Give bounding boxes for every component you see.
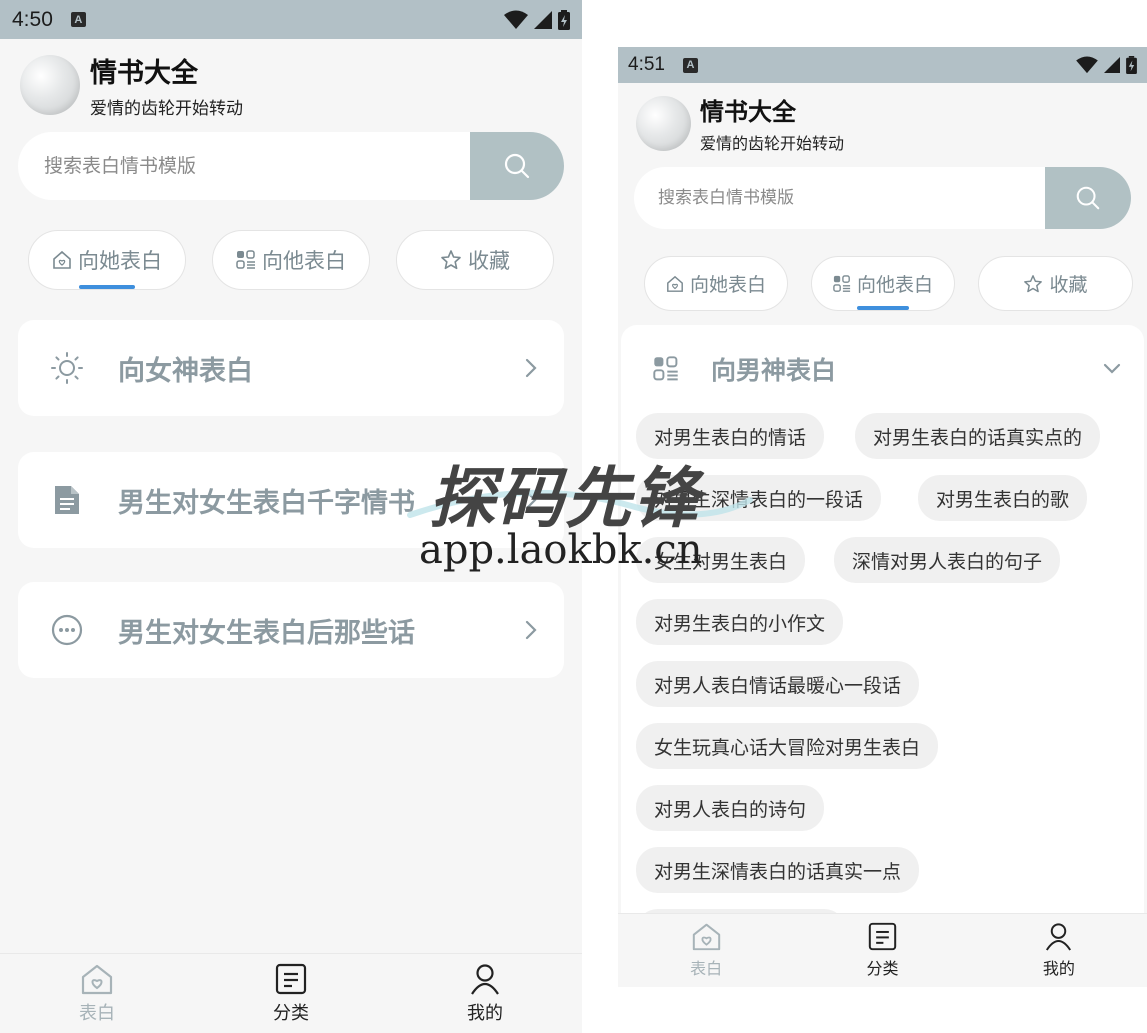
- tab-label: 收藏: [468, 249, 510, 273]
- chip-item[interactable]: 对男生表白的情话: [636, 413, 825, 459]
- list-icon: [275, 963, 307, 994]
- tab-favorites[interactable]: 收藏: [396, 230, 554, 290]
- wifi-icon: [504, 10, 528, 29]
- app-subtitle: 爱情的齿轮开始转动: [90, 99, 243, 119]
- grid-icon: [833, 274, 851, 292]
- nav-item-mine[interactable]: 我的: [971, 914, 1147, 987]
- nav-label: 表白: [79, 1002, 115, 1024]
- chip-item[interactable]: 对男生表白的歌: [918, 475, 1088, 521]
- search-bar: [634, 167, 1131, 229]
- tab-active-indicator: [857, 306, 909, 310]
- home-heart-icon: [81, 964, 113, 994]
- signal-icon: [534, 10, 552, 29]
- star-icon: [1024, 274, 1043, 292]
- tab-favorites[interactable]: 收藏: [978, 256, 1133, 311]
- home-heart-icon: [667, 275, 683, 292]
- document-icon: [55, 486, 79, 514]
- nav-item-category[interactable]: 分类: [794, 914, 970, 987]
- grid-icon: [236, 250, 255, 269]
- category-god-header[interactable]: 向男神表白: [621, 325, 1144, 413]
- bottom-navigation: 表白 分类 我的: [618, 913, 1147, 987]
- nav-item-category[interactable]: 分类: [194, 954, 388, 1033]
- tab-label: 收藏: [1049, 274, 1088, 296]
- grid-icon: [653, 356, 678, 381]
- nav-label: 表白: [690, 959, 723, 978]
- chip-item[interactable]: 对男生表白的小作文: [636, 599, 844, 645]
- nav-item-confess[interactable]: 表白: [618, 914, 794, 987]
- tab-label: 向她表白: [78, 249, 162, 273]
- tab-label: 向他表白: [856, 274, 933, 296]
- tab-label: 向他表白: [262, 249, 346, 273]
- nav-label: 我的: [1042, 959, 1075, 978]
- nav-item-mine[interactable]: 我的: [388, 954, 582, 1033]
- star-icon: [441, 250, 461, 270]
- expanded-category-panel: 向男神表白 对男生表白的情话 对男生表白的话真实点的 对男生深情表白的一段话 对…: [621, 325, 1144, 925]
- category-label: 向女神表白: [118, 355, 253, 387]
- app-title: 情书大全: [90, 58, 198, 89]
- tab-to-him[interactable]: 向他表白: [811, 256, 955, 311]
- chip-item[interactable]: 深情对男人表白的句子: [834, 537, 1061, 583]
- chevron-right-icon: [525, 620, 537, 640]
- search-bar: [18, 132, 564, 200]
- app-header: 情书大全 爱情的齿轮开始转动: [636, 92, 844, 154]
- tab-to-him[interactable]: 向他表白: [212, 230, 370, 290]
- chip-item[interactable]: 对男生表白的话真实点的: [855, 413, 1101, 459]
- chip-item[interactable]: 对男人表白的诗句: [636, 785, 825, 831]
- search-input[interactable]: [18, 132, 470, 200]
- user-icon: [471, 963, 499, 995]
- category-label: 男生对女生表白后那些话: [118, 617, 415, 649]
- notification-badge: A: [682, 57, 698, 73]
- chat-dots-icon: [51, 614, 83, 646]
- status-bar: 4:50 A: [0, 0, 582, 39]
- status-time: 4:51: [628, 54, 665, 75]
- chevron-right-icon: [525, 490, 537, 510]
- notification-badge: A: [70, 12, 86, 27]
- search-icon: [504, 153, 530, 179]
- app-title: 情书大全: [700, 98, 796, 126]
- battery-icon: [1126, 56, 1137, 74]
- tab-to-her[interactable]: 向她表白: [644, 256, 788, 311]
- battery-icon: [558, 9, 570, 30]
- user-icon: [1046, 923, 1072, 951]
- category-label: 向男神表白: [711, 356, 837, 385]
- app-avatar: [20, 55, 80, 115]
- chip-item[interactable]: 对男生深情表白的一段话: [636, 475, 882, 521]
- chip-item[interactable]: 女生玩真心话大冒险对男生表白: [636, 723, 939, 769]
- app-subtitle: 爱情的齿轮开始转动: [700, 134, 845, 153]
- bottom-navigation: 表白 分类 我的: [0, 953, 582, 1033]
- tab-label: 向她表白: [689, 274, 766, 296]
- phone-screen-right: 4:51 A 情书大全 爱情的齿轮开始转动 向她表白 向他表白 收藏: [618, 47, 1147, 987]
- status-bar: 4:51 A: [618, 47, 1147, 83]
- category-after-words[interactable]: 男生对女生表白后那些话: [18, 582, 564, 678]
- search-icon: [1076, 186, 1100, 210]
- search-input[interactable]: [634, 167, 1045, 229]
- category-love-letter[interactable]: 男生对女生表白千字情书: [18, 452, 564, 548]
- chip-item[interactable]: 女生对男生表白: [636, 537, 806, 583]
- search-button[interactable]: [1045, 167, 1131, 229]
- chevron-down-icon: [1103, 363, 1121, 374]
- category-goddess[interactable]: 向女神表白: [18, 320, 564, 416]
- nav-item-confess[interactable]: 表白: [0, 954, 194, 1033]
- phone-screen-left: 4:50 A 情书大全 爱情的齿轮开始转动 向她表白 向他表白 收藏: [0, 0, 582, 1033]
- tab-to-her[interactable]: 向她表白: [28, 230, 186, 290]
- signal-icon: [1104, 57, 1120, 73]
- chip-item[interactable]: 对男生深情表白的话真实一点: [636, 847, 920, 893]
- home-heart-icon: [692, 923, 720, 951]
- app-avatar: [636, 95, 691, 151]
- tab-active-indicator: [79, 285, 135, 289]
- search-button[interactable]: [470, 132, 564, 200]
- home-heart-icon: [53, 250, 71, 269]
- app-header: 情书大全 爱情的齿轮开始转动: [20, 51, 243, 119]
- nav-label: 分类: [866, 959, 899, 978]
- nav-label: 分类: [273, 1002, 309, 1024]
- list-icon: [868, 922, 897, 951]
- nav-label: 我的: [467, 1002, 503, 1024]
- category-label: 男生对女生表白千字情书: [118, 487, 415, 519]
- chevron-right-icon: [525, 358, 537, 378]
- status-time: 4:50: [12, 7, 53, 31]
- chip-item[interactable]: 对男人表白情话最暖心一段话: [636, 661, 920, 707]
- wifi-icon: [1076, 56, 1098, 74]
- sun-icon: [51, 352, 83, 384]
